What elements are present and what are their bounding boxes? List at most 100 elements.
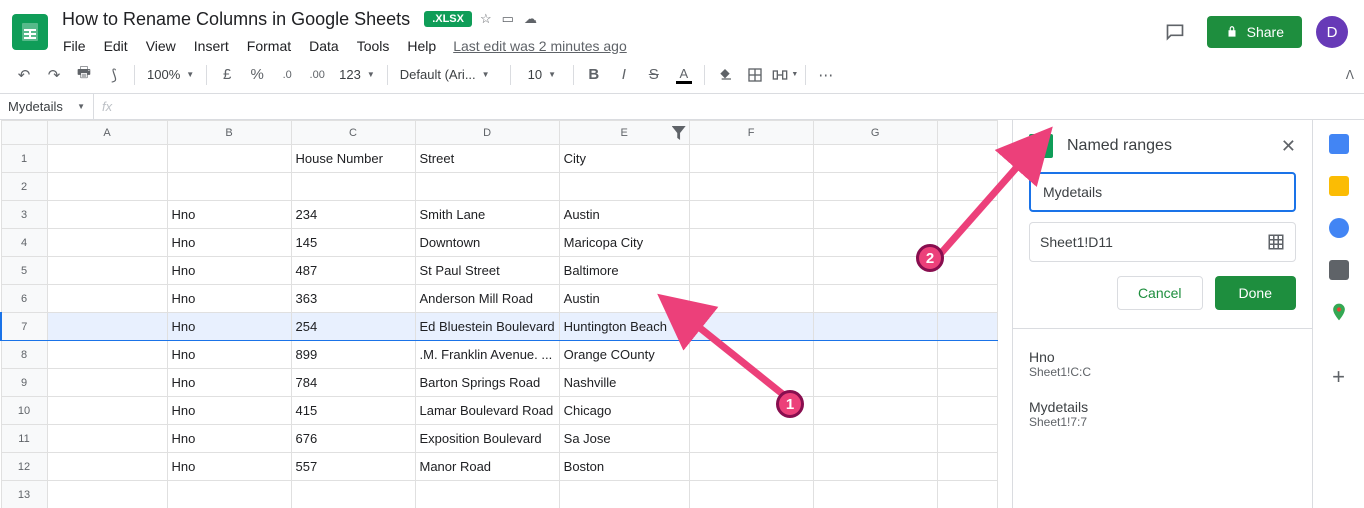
range-ref-input[interactable] <box>1040 234 1267 250</box>
table-row[interactable]: 9Hno784Barton Springs RoadNashville <box>1 369 997 397</box>
addons-plus-icon[interactable]: + <box>1332 364 1345 390</box>
cell[interactable]: Manor Road <box>415 453 559 481</box>
row-header[interactable]: 2 <box>1 173 47 201</box>
row-header[interactable]: 5 <box>1 257 47 285</box>
cell[interactable]: City <box>559 145 689 173</box>
more-icon[interactable]: ⋯ <box>812 61 840 89</box>
cell[interactable] <box>937 425 997 453</box>
cell[interactable]: Hno <box>167 257 291 285</box>
table-row[interactable]: 4Hno145DowntownMaricopa City <box>1 229 997 257</box>
cell[interactable] <box>167 481 291 508</box>
avatar[interactable]: D <box>1316 16 1348 48</box>
cell[interactable] <box>937 481 997 508</box>
select-all-corner[interactable] <box>1 121 47 145</box>
row-header[interactable]: 9 <box>1 369 47 397</box>
cell[interactable] <box>937 173 997 201</box>
cell[interactable]: Sa Jose <box>559 425 689 453</box>
cell[interactable] <box>689 201 813 229</box>
redo-icon[interactable]: ↷ <box>40 61 68 89</box>
cell[interactable]: 363 <box>291 285 415 313</box>
cell[interactable] <box>559 173 689 201</box>
doc-title[interactable]: How to Rename Columns in Google Sheets <box>56 7 416 32</box>
cell[interactable]: St Paul Street <box>415 257 559 285</box>
italic-icon[interactable]: I <box>610 61 638 89</box>
star-icon[interactable]: ☆ <box>480 11 492 27</box>
cell[interactable]: House Number <box>291 145 415 173</box>
cell[interactable] <box>937 369 997 397</box>
spreadsheet-grid[interactable]: A B C D E F G 1House NumberStreetCity23H… <box>0 120 998 508</box>
row-header[interactable]: 4 <box>1 229 47 257</box>
cell[interactable] <box>813 229 937 257</box>
row-header[interactable]: 3 <box>1 201 47 229</box>
cell[interactable]: 415 <box>291 397 415 425</box>
cell[interactable] <box>813 369 937 397</box>
cell[interactable] <box>937 453 997 481</box>
tasks-icon[interactable] <box>1329 218 1349 238</box>
cell[interactable] <box>47 145 167 173</box>
col-header[interactable]: D <box>415 121 559 145</box>
undo-icon[interactable]: ↶ <box>10 61 38 89</box>
increase-decimal-icon[interactable]: .00 <box>303 61 331 89</box>
named-range-item[interactable]: Hno Sheet1!C:C <box>1029 339 1296 389</box>
sheets-logo[interactable] <box>12 14 48 50</box>
cell[interactable] <box>291 481 415 508</box>
cell[interactable] <box>415 173 559 201</box>
cell[interactable]: Lamar Boulevard Road <box>415 397 559 425</box>
cell[interactable] <box>291 173 415 201</box>
maps-icon[interactable] <box>1329 302 1349 322</box>
cell[interactable] <box>689 285 813 313</box>
cell[interactable] <box>937 257 997 285</box>
cell[interactable]: Boston <box>559 453 689 481</box>
cell[interactable]: Exposition Boulevard <box>415 425 559 453</box>
cell[interactable]: Ed Bluestein Boulevard <box>415 313 559 341</box>
row-header[interactable]: 1 <box>1 145 47 173</box>
col-header[interactable]: C <box>291 121 415 145</box>
cell[interactable] <box>47 481 167 508</box>
filter-icon[interactable] <box>672 126 686 140</box>
table-row[interactable]: 8Hno899.M. Franklin Avenue. ...Orange CO… <box>1 341 997 369</box>
cell[interactable]: Hno <box>167 453 291 481</box>
paint-format-icon[interactable]: ⟆ <box>100 61 128 89</box>
font-select[interactable]: Default (Ari...▼ <box>394 62 504 88</box>
cell[interactable] <box>813 481 937 508</box>
cell[interactable]: Street <box>415 145 559 173</box>
cell[interactable] <box>813 257 937 285</box>
cell[interactable]: Huntington Beach <box>559 313 689 341</box>
col-header[interactable]: F <box>689 121 813 145</box>
cell[interactable]: Hno <box>167 229 291 257</box>
cell[interactable]: 145 <box>291 229 415 257</box>
cell[interactable]: 899 <box>291 341 415 369</box>
table-row[interactable]: 12Hno557Manor RoadBoston <box>1 453 997 481</box>
table-row[interactable]: 1 House NumberStreetCity <box>1 145 997 173</box>
cell[interactable] <box>689 229 813 257</box>
keep-icon[interactable] <box>1329 176 1349 196</box>
cell[interactable]: 254 <box>291 313 415 341</box>
share-button[interactable]: Share <box>1207 16 1302 48</box>
cell[interactable] <box>167 173 291 201</box>
row-header[interactable]: 13 <box>1 481 47 508</box>
strikethrough-icon[interactable]: S <box>640 61 668 89</box>
table-row[interactable]: 6Hno363Anderson Mill RoadAustin <box>1 285 997 313</box>
borders-icon[interactable] <box>741 61 769 89</box>
table-row[interactable]: 5Hno487St Paul StreetBaltimore <box>1 257 997 285</box>
cell[interactable] <box>813 453 937 481</box>
menu-file[interactable]: File <box>56 34 93 58</box>
cell[interactable] <box>937 397 997 425</box>
table-row[interactable]: 2 <box>1 173 997 201</box>
calendar-icon[interactable] <box>1329 134 1349 154</box>
cell[interactable]: Smith Lane <box>415 201 559 229</box>
cell[interactable] <box>813 173 937 201</box>
number-format-select[interactable]: 123▼ <box>333 62 381 88</box>
cell[interactable]: 676 <box>291 425 415 453</box>
col-header[interactable] <box>937 121 997 145</box>
close-icon[interactable]: ✕ <box>1281 136 1296 157</box>
cell[interactable] <box>937 341 997 369</box>
named-range-item[interactable]: Mydetails Sheet1!7:7 <box>1029 389 1296 439</box>
menu-data[interactable]: Data <box>302 34 346 58</box>
cell[interactable] <box>47 425 167 453</box>
row-header[interactable]: 11 <box>1 425 47 453</box>
cell[interactable]: Hno <box>167 341 291 369</box>
cell[interactable]: Anderson Mill Road <box>415 285 559 313</box>
table-row[interactable]: 11Hno676Exposition BoulevardSa Jose <box>1 425 997 453</box>
cell[interactable]: .M. Franklin Avenue. ... <box>415 341 559 369</box>
